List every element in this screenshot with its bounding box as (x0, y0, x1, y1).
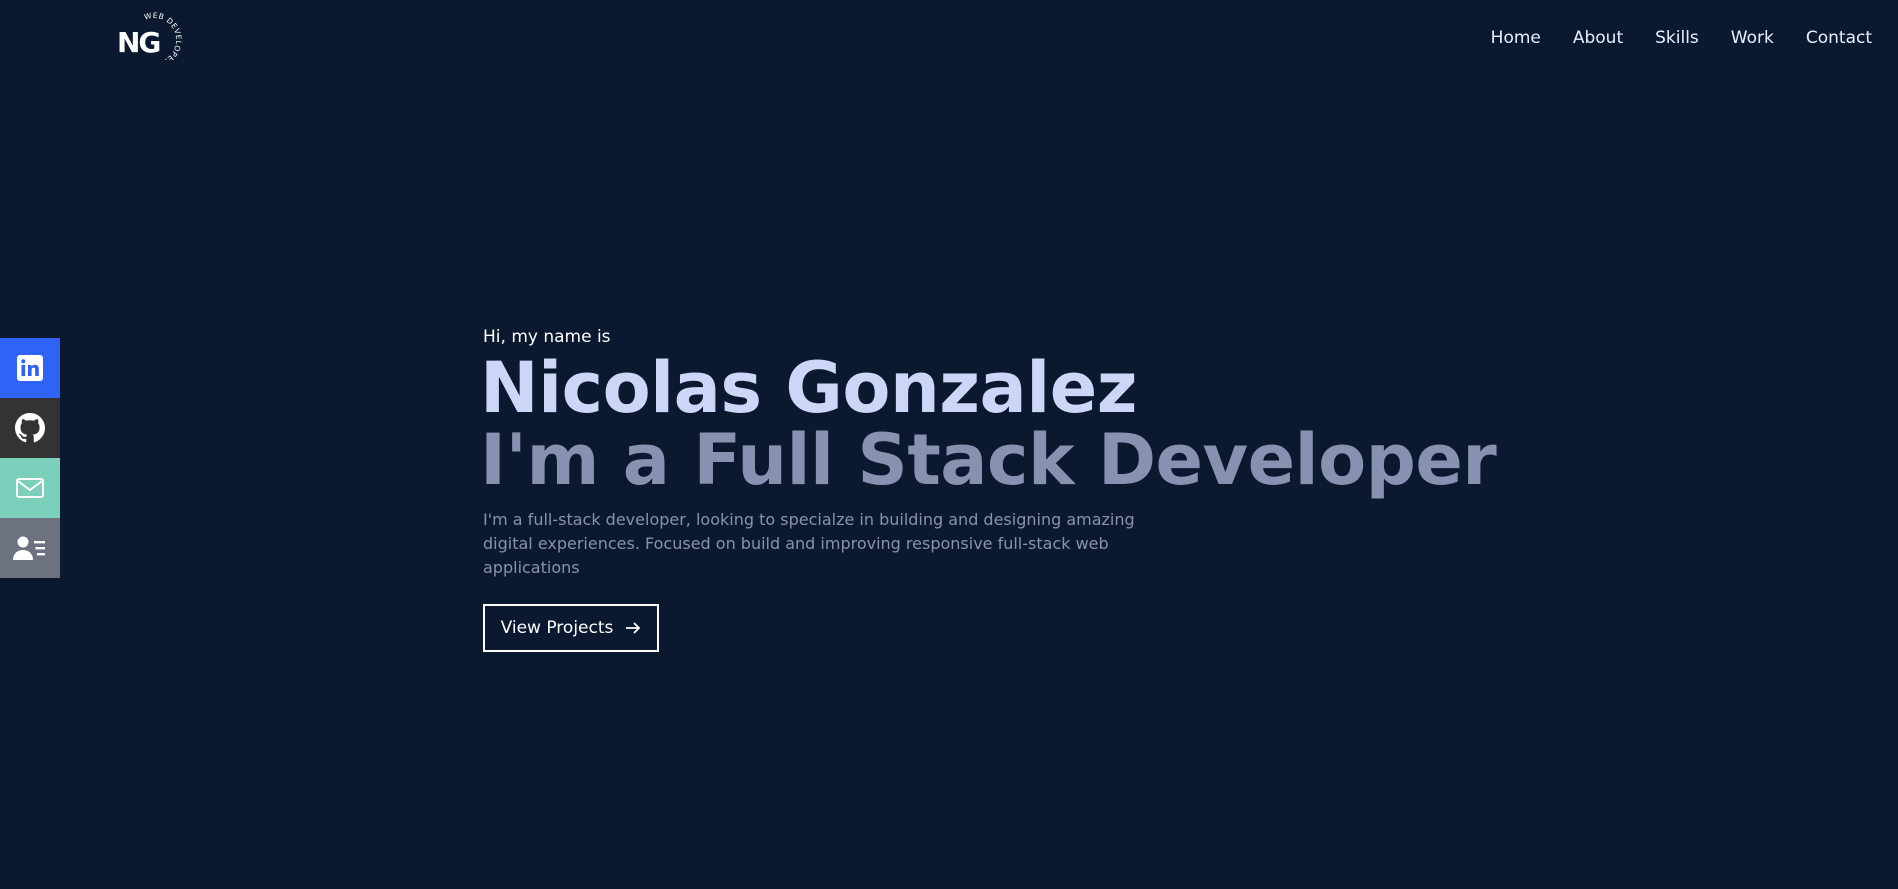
nav-skills[interactable]: Skills (1655, 26, 1699, 50)
mail-icon (16, 478, 44, 498)
social-sidebar (0, 338, 60, 578)
site-logo[interactable]: WEB DEVELOPER NG (113, 10, 185, 60)
email-link[interactable] (0, 458, 60, 518)
view-projects-label: View Projects (500, 618, 614, 638)
main-nav: Home About Skills Work Contact (1459, 26, 1872, 50)
contact-card-icon (13, 536, 45, 560)
hero-name: Nicolas Gonzalez (480, 347, 1138, 429)
nav-home[interactable]: Home (1491, 26, 1541, 50)
hero-description: I'm a full-stack developer, looking to s… (483, 510, 1135, 577)
hero-role: I'm a Full Stack Developer (480, 419, 1497, 501)
linkedin-icon (17, 355, 43, 381)
arrow-right-icon (625, 622, 641, 634)
nav-contact[interactable]: Contact (1806, 26, 1872, 50)
hero-section: Hi, my name is Nicolas Gonzalez I'm a Fu… (480, 324, 1497, 652)
linkedin-link[interactable] (0, 338, 60, 398)
nav-work[interactable]: Work (1731, 26, 1774, 50)
logo-mark-icon: WEB DEVELOPER NG (117, 11, 183, 60)
resume-link[interactable] (0, 518, 60, 578)
view-projects-button[interactable]: View Projects (483, 604, 659, 652)
github-link[interactable] (0, 398, 60, 458)
nav-about[interactable]: About (1573, 26, 1623, 50)
logo-monogram: NG (117, 26, 159, 59)
github-icon (15, 413, 45, 443)
